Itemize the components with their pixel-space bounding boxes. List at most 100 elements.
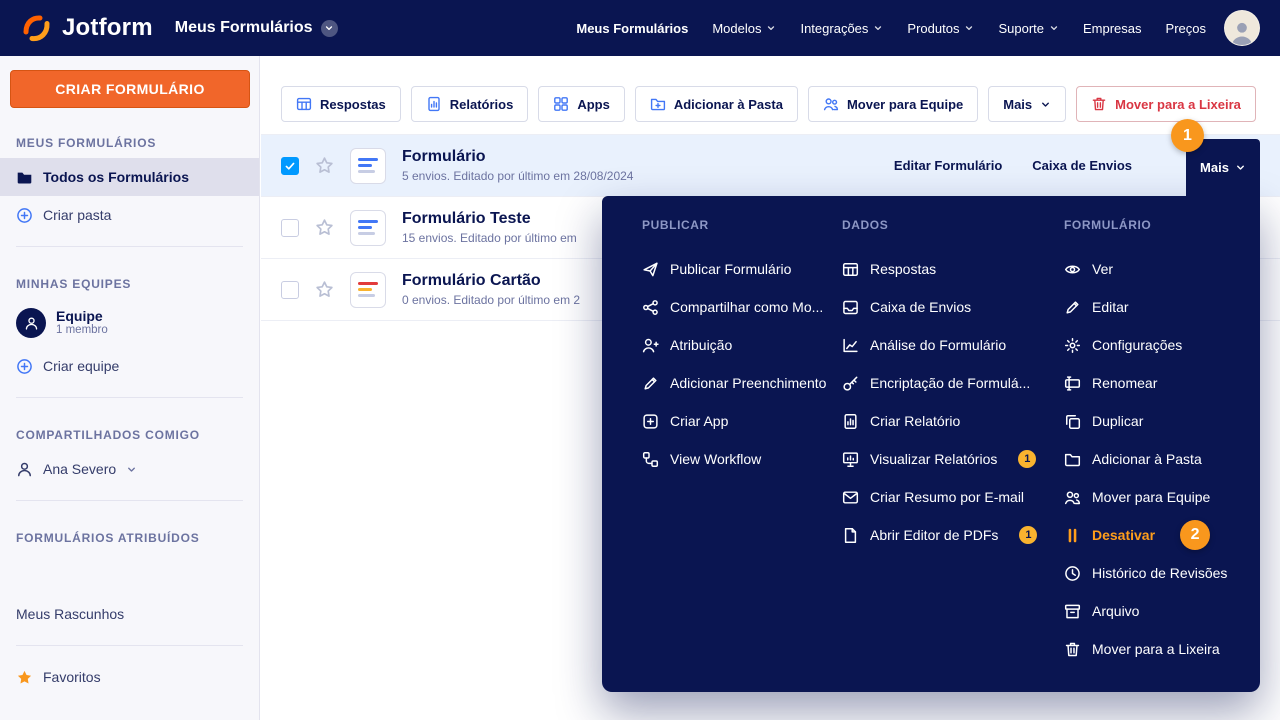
menu-item-historico-de-revisoes[interactable]: Histórico de Revisões bbox=[1064, 554, 1260, 592]
menu-item-configuracoes[interactable]: Configurações bbox=[1064, 326, 1260, 364]
nav-meus-formularios[interactable]: Meus Formulários bbox=[576, 21, 688, 36]
trash-icon bbox=[1091, 96, 1107, 112]
share-icon bbox=[642, 299, 659, 316]
menu-item-respostas[interactable]: Respostas bbox=[842, 250, 1064, 288]
divider bbox=[16, 397, 243, 398]
form-title[interactable]: Formulário Teste bbox=[402, 210, 577, 228]
nav-empresas[interactable]: Empresas bbox=[1083, 21, 1142, 36]
row-checkbox[interactable] bbox=[281, 156, 299, 175]
apps-button[interactable]: Apps bbox=[538, 86, 625, 122]
menu-item-analise-do-formulario[interactable]: Análise do Formulário bbox=[842, 326, 1064, 364]
favorite-star-icon[interactable] bbox=[315, 156, 334, 175]
menu-item-visualizar-relatorios[interactable]: Visualizar Relatórios 1 bbox=[842, 440, 1064, 478]
team-name: Equipe bbox=[56, 308, 103, 325]
menu-item-atribuicao[interactable]: Atribuição bbox=[642, 326, 842, 364]
person-plus-icon bbox=[642, 337, 659, 354]
form-thumbnail-icon bbox=[350, 271, 386, 308]
sidebar-item-drafts[interactable]: Meus Rascunhos bbox=[0, 595, 259, 633]
jotform-logo[interactable]: Jotform bbox=[20, 11, 153, 45]
nav-modelos[interactable]: Modelos bbox=[712, 21, 776, 36]
menu-item-renomear[interactable]: Renomear bbox=[1064, 364, 1260, 402]
divider bbox=[16, 246, 243, 247]
form-title[interactable]: Formulário Cartão bbox=[402, 272, 580, 290]
menu-item-duplicar[interactable]: Duplicar bbox=[1064, 402, 1260, 440]
form-thumbnail-icon bbox=[350, 209, 386, 246]
relatorios-button[interactable]: Relatórios bbox=[410, 86, 529, 122]
menu-item-abrir-editor-pdfs[interactable]: Abrir Editor de PDFs 1 bbox=[842, 516, 1064, 554]
menu-column-header: PUBLICAR bbox=[642, 218, 709, 232]
sidebar-item-create-team[interactable]: Criar equipe bbox=[0, 347, 259, 385]
menu-item-publicar-formulario[interactable]: Publicar Formulário bbox=[642, 250, 842, 288]
sidebar-item-label: Criar equipe bbox=[43, 358, 120, 374]
user-avatar[interactable] bbox=[1224, 10, 1260, 46]
archive-icon bbox=[1064, 603, 1081, 620]
form-title[interactable]: Formulário bbox=[402, 148, 633, 166]
menu-item-caixa-de-envios[interactable]: Caixa de Envios bbox=[842, 288, 1064, 326]
menu-item-adicionar-a-pasta[interactable]: Adicionar à Pasta bbox=[1064, 440, 1260, 478]
nav-suporte[interactable]: Suporte bbox=[998, 21, 1059, 36]
menu-item-editar[interactable]: Editar bbox=[1064, 288, 1260, 326]
pause-icon bbox=[1064, 527, 1081, 544]
star-icon bbox=[16, 669, 33, 686]
form-meta: 0 envios. Editado por último em 2 bbox=[402, 292, 581, 307]
move-to-team-button[interactable]: Mover para Equipe bbox=[807, 86, 979, 122]
sidebar-item-label: Favoritos bbox=[43, 669, 101, 685]
chevron-down-icon bbox=[873, 23, 883, 33]
menu-item-view-workflow[interactable]: View Workflow bbox=[642, 440, 842, 478]
check-icon bbox=[284, 160, 296, 172]
nav-produtos[interactable]: Produtos bbox=[907, 21, 974, 36]
row-checkbox[interactable] bbox=[281, 280, 299, 299]
sidebar-item-favorites[interactable]: Favoritos bbox=[0, 658, 259, 696]
app-plus-icon bbox=[642, 413, 659, 430]
sidebar-item-shared-user[interactable]: Ana Severo bbox=[0, 450, 259, 488]
eye-icon bbox=[1064, 261, 1081, 278]
duplicate-icon bbox=[1064, 413, 1081, 430]
row-checkbox[interactable] bbox=[281, 218, 299, 237]
respostas-button[interactable]: Respostas bbox=[281, 86, 401, 122]
menu-item-desativar[interactable]: Desativar 2 bbox=[1064, 516, 1260, 554]
nav-precos[interactable]: Preços bbox=[1166, 21, 1206, 36]
menu-item-criar-relatorio[interactable]: Criar Relatório bbox=[842, 402, 1064, 440]
menu-item-criar-resumo-email[interactable]: Criar Resumo por E-mail bbox=[842, 478, 1064, 516]
sidebar-item-create-folder[interactable]: Criar pasta bbox=[0, 196, 259, 234]
table-icon bbox=[296, 96, 312, 112]
move-to-trash-button[interactable]: Mover para a Lixeira bbox=[1076, 86, 1256, 122]
row-actions: Editar Formulário Caixa de Envios bbox=[894, 158, 1132, 173]
edit-form-link[interactable]: Editar Formulário bbox=[894, 158, 1002, 173]
history-icon bbox=[1064, 565, 1081, 582]
nav-integracoes[interactable]: Integrações bbox=[800, 21, 883, 36]
menu-item-encriptacao[interactable]: Encriptação de Formulá... bbox=[842, 364, 1064, 402]
count-badge: 1 bbox=[1019, 526, 1038, 544]
menu-item-ver[interactable]: Ver bbox=[1064, 250, 1260, 288]
menu-item-arquivo[interactable]: Arquivo bbox=[1064, 592, 1260, 630]
sidebar-section-my-forms: MEUS FORMULÁRIOS bbox=[16, 136, 157, 150]
more-button[interactable]: Mais bbox=[988, 86, 1067, 122]
add-to-folder-button[interactable]: Adicionar à Pasta bbox=[634, 86, 798, 122]
favorite-star-icon[interactable] bbox=[315, 280, 334, 299]
mail-icon bbox=[842, 489, 859, 506]
page-title-chevron-icon[interactable] bbox=[320, 19, 338, 37]
sidebar-item-label: Meus Rascunhos bbox=[16, 606, 125, 622]
sidebar: CRIAR FORMULÁRIO MEUS FORMULÁRIOS Todos … bbox=[0, 56, 260, 720]
page-title-dropdown[interactable]: Meus Formulários bbox=[175, 19, 338, 37]
menu-item-mover-para-lixeira[interactable]: Mover para a Lixeira bbox=[1064, 630, 1260, 668]
pdf-icon bbox=[842, 527, 859, 544]
menu-item-adicionar-preenchimento[interactable]: Adicionar Preenchimento bbox=[642, 364, 842, 402]
presentation-icon bbox=[842, 451, 859, 468]
menu-item-compartilhar-modelo[interactable]: Compartilhar como Mo... bbox=[642, 288, 842, 326]
sidebar-item-label: Todos os Formulários bbox=[43, 169, 189, 185]
sidebar-item-all-forms[interactable]: Todos os Formulários bbox=[0, 158, 259, 196]
create-form-button[interactable]: CRIAR FORMULÁRIO bbox=[10, 70, 250, 108]
menu-item-mover-para-equipe[interactable]: Mover para Equipe bbox=[1064, 478, 1260, 516]
menu-column-formulario: FORMULÁRIO Ver Editar Configurações Reno… bbox=[1064, 218, 1260, 668]
favorite-star-icon[interactable] bbox=[315, 218, 334, 237]
sidebar-item-team[interactable]: Equipe 1 membro bbox=[0, 299, 259, 347]
inbox-link[interactable]: Caixa de Envios bbox=[1032, 158, 1132, 173]
table-icon bbox=[842, 261, 859, 278]
menu-item-criar-app[interactable]: Criar App bbox=[642, 402, 842, 440]
form-row-formulario[interactable]: Formulário 5 envios. Editado por último … bbox=[261, 135, 1280, 197]
key-icon bbox=[842, 375, 859, 392]
folder-plus-icon bbox=[650, 96, 666, 112]
trash-icon bbox=[1064, 641, 1081, 658]
team-icon bbox=[823, 96, 839, 112]
